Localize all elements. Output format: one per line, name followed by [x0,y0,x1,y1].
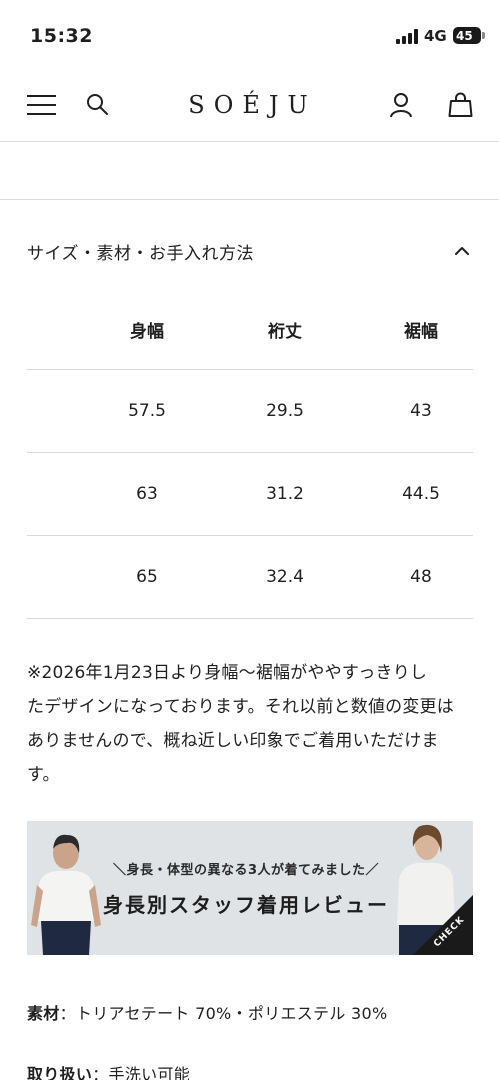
table-cell: 57.5 [128,401,166,421]
material-value: トリアセテート 70%・ポリエステル 30% [75,1004,388,1023]
cart-icon[interactable] [448,92,473,118]
care-info: 取り扱い：手洗い可能 [27,1061,190,1080]
table-cell: 48 [410,567,432,587]
column-header: 身幅 [130,322,164,342]
note-line: たデザインになっております。それ以前と数値の変更は [27,697,454,717]
app-header: SOÉJU [0,72,499,142]
note-line: ありませんので、概ね近しい印象でご着用いただけま [27,731,439,751]
size-table: 身幅 裄丈 裾幅 57.5 29.5 43 63 31.2 44.5 65 32… [27,290,473,619]
account-icon[interactable] [389,92,413,118]
section-divider [0,199,499,200]
column-header: 裄丈 [268,322,302,342]
chevron-up-icon [455,247,469,255]
colon: ： [59,1004,76,1023]
banner-title: 身長別スタッフ着用レビュー [103,893,389,917]
battery-icon: 45 [453,27,485,44]
network-label: 4G [424,27,447,45]
note-line: ※2026年1月23日より身幅〜裾幅がややすっきりし [27,663,428,683]
table-row: 63 31.2 44.5 [27,453,473,536]
table-row: 57.5 29.5 43 [27,370,473,453]
check-badge: CHECK [413,895,473,955]
table-cell: 32.4 [266,567,304,587]
column-header: 裾幅 [404,322,438,342]
status-time: 15:32 [30,25,93,47]
banner-subtitle: ＼身長・体型の異なる3人が着てみました／ [112,863,380,878]
material-info: 素材：トリアセテート 70%・ポリエステル 30% [27,1000,388,1024]
colon: ： [92,1065,109,1080]
size-change-note: ※2026年1月23日より身幅〜裾幅がややすっきりし たデザインになっております… [27,656,473,792]
staff-review-banner[interactable]: ＼身長・体型の異なる3人が着てみました／ 身長別スタッフ着用レビュー CHECK [27,821,473,955]
status-bar: 15:32 4G 45 [0,0,499,70]
note-line: す。 [27,765,60,785]
table-cell: 31.2 [266,484,304,504]
accordion-title: サイズ・素材・お手入れ方法 [27,243,254,264]
check-label: CHECK [432,914,467,950]
size-table-header: 身幅 裄丈 裾幅 [27,290,473,370]
care-label: 取り扱い [27,1065,93,1080]
table-cell: 63 [136,484,158,504]
signal-icon [396,29,418,44]
brand-logo[interactable]: SOÉJU [0,91,499,119]
battery-level: 45 [456,28,473,43]
table-cell: 29.5 [266,401,304,421]
accordion-size-material-care[interactable]: サイズ・素材・お手入れ方法 [27,226,473,276]
table-cell: 44.5 [402,484,440,504]
table-row: 65 32.4 48 [27,536,473,619]
table-cell: 43 [410,401,432,421]
table-cell: 65 [136,567,158,587]
material-label: 素材 [27,1004,60,1023]
care-value: 手洗い可能 [108,1065,191,1080]
